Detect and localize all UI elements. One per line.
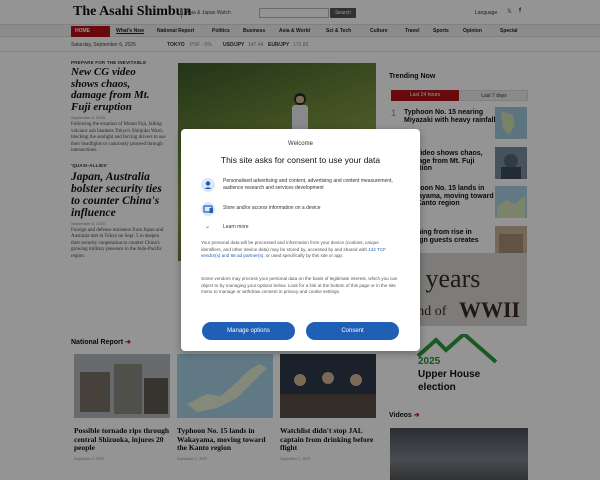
purpose-text: Personalised advertising and content, ad… — [223, 178, 393, 191]
user-icon — [201, 178, 215, 192]
manage-options-button[interactable]: Manage options — [202, 322, 295, 340]
body-text: , or used specifically by this site or a… — [263, 253, 344, 259]
consent-dialog: Welcome This site asks for consent to us… — [181, 129, 420, 351]
purpose-text: Store and/or access information on a dev… — [223, 205, 321, 211]
learn-more-link[interactable]: Learn more — [223, 224, 403, 231]
learn-more-row[interactable]: ⌄ Learn more — [201, 221, 401, 235]
body-text: Your personal data will be processed and… — [201, 240, 379, 252]
consent-purpose-row: Store and/or access information on a dev… — [201, 202, 401, 216]
chevron-down-icon: ⌄ — [205, 224, 211, 230]
consent-legit-interest-text: Some vendors may process your personal d… — [201, 276, 398, 295]
consent-button[interactable]: Consent — [306, 322, 399, 340]
consent-body-text: Your personal data will be processed and… — [201, 240, 401, 260]
consent-purpose-row: Personalised advertising and content, ad… — [201, 178, 401, 198]
dialog-title: This site asks for consent to use your d… — [220, 155, 381, 165]
dialog-welcome: Welcome — [288, 141, 313, 147]
device-icon — [201, 202, 215, 216]
